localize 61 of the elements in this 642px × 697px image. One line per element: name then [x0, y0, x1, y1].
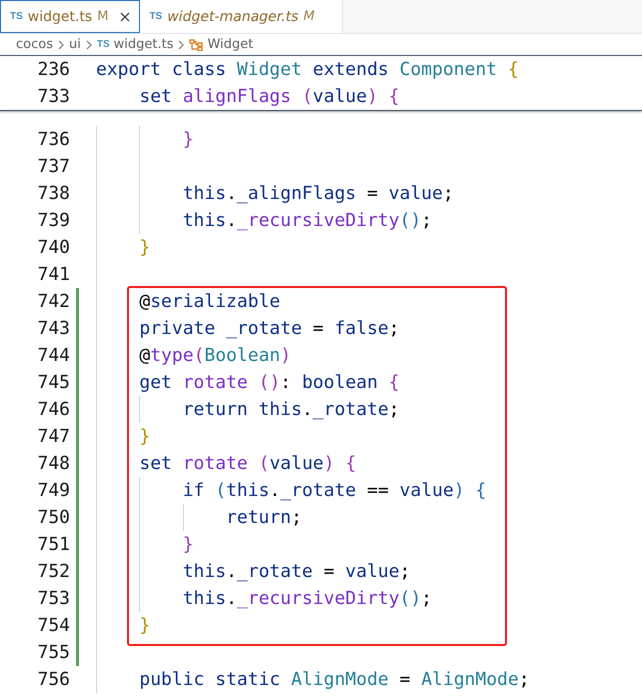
typescript-file-icon: TS [10, 11, 23, 22]
line-number: 736 [36, 129, 70, 150]
code-line: get rotate (): boolean { [138, 371, 400, 395]
line-number: 750 [36, 507, 70, 528]
code-line: this._rotate = value; [182, 560, 410, 584]
code-line: private _rotate = false; [138, 317, 400, 341]
code-line: return; [225, 506, 302, 530]
code-line: } [138, 425, 150, 449]
line-number: 743 [36, 318, 70, 339]
code-line: this._alignFlags = value; [182, 182, 454, 206]
line-number: 738 [36, 183, 70, 204]
code-line: @type(Boolean) [138, 344, 292, 368]
code-line: set alignFlags (value) { [138, 85, 400, 109]
code-line: this._recursiveDirty(); [182, 209, 432, 233]
code-line: this._recursiveDirty(); [182, 587, 432, 611]
line-number: 745 [36, 372, 70, 393]
tab-label: widget.ts [28, 8, 92, 24]
chevron-icon [84, 40, 93, 50]
line-number: 733 [36, 86, 70, 107]
line-number: 756 [36, 669, 70, 690]
editor-tab[interactable]: TS widget-manager.ts M [140, 0, 343, 33]
line-number: 752 [36, 561, 70, 582]
line-number: 747 [36, 426, 70, 447]
code-line: set rotate (value) { [138, 452, 356, 476]
line-number: 744 [36, 345, 70, 366]
line-number: 737 [36, 156, 70, 177]
code-line: } [182, 128, 194, 152]
line-number: 236 [36, 59, 70, 80]
breadcrumb-item[interactable]: cocos [16, 37, 53, 52]
line-number: 754 [36, 615, 70, 636]
line-number: 749 [36, 480, 70, 501]
line-number: 751 [36, 534, 70, 555]
modified-label: M [303, 9, 315, 24]
code-line: @serializable [138, 290, 280, 314]
code-line: } [182, 533, 194, 557]
editor-tab[interactable]: TS widget.ts M [0, 0, 140, 33]
line-number: 740 [36, 237, 70, 258]
breadcrumb-item[interactable]: Widget [207, 37, 254, 52]
close-icon[interactable] [119, 10, 132, 22]
code-line: export class Widget extends Component { [96, 58, 519, 82]
chevron-icon [177, 40, 186, 50]
typescript-file-icon: TS [96, 39, 110, 50]
line-number: 739 [36, 210, 70, 231]
line-number: 755 [36, 642, 70, 663]
line-number: 742 [36, 291, 70, 312]
code-line: } [138, 614, 150, 638]
modified-label: M [97, 9, 108, 24]
code-line: return this._rotate; [182, 398, 400, 422]
tab-label: widget-manager.ts [167, 8, 298, 24]
line-number: 748 [36, 453, 70, 474]
class-icon [189, 38, 204, 50]
line-number: 746 [36, 399, 70, 420]
code-line: } [138, 236, 150, 260]
breadcrumb-item[interactable]: ui [68, 37, 81, 52]
chevron-icon [56, 40, 65, 50]
breadcrumb-item[interactable]: widget.ts [114, 37, 174, 52]
code-line: public static AlignMode = AlignMode; [138, 668, 530, 692]
code-line: if (this._rotate == value) { [182, 479, 486, 503]
line-number: 753 [36, 588, 70, 609]
typescript-file-icon: TS [149, 11, 162, 22]
line-number: 741 [36, 264, 70, 285]
